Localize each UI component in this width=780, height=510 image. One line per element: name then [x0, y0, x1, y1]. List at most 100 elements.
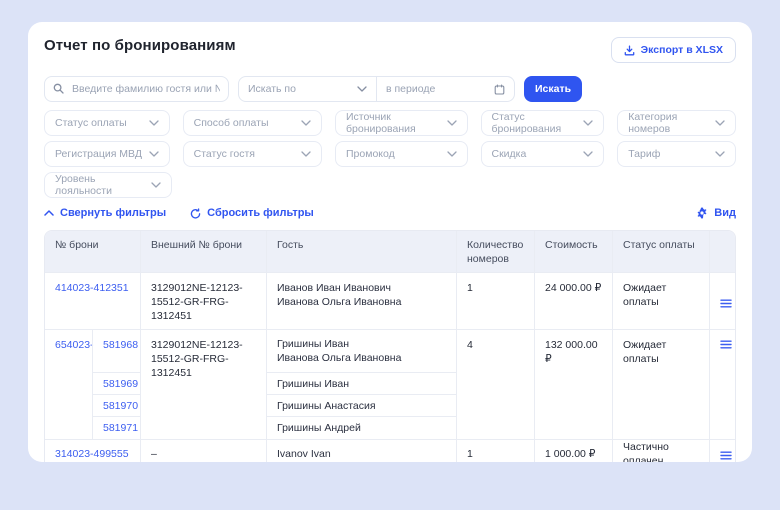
chevron-down-icon: [715, 120, 725, 126]
guest-cell: Гришины Иван Иванова Ольга Ивановна Гриш…: [267, 330, 457, 439]
filter-booking-status[interactable]: Статус бронирования: [481, 110, 605, 136]
period-placeholder: в периоде: [386, 83, 435, 95]
guest-sub-cell: Гришины Анастасия: [267, 395, 456, 417]
guest-name: Ivanov Ivan: [277, 447, 331, 461]
sub-booking-link[interactable]: 581968: [103, 338, 138, 352]
price-cell: 24 000.00 ₽: [535, 273, 613, 329]
filters-actions-row: Свернуть фильтры Сбросить фильтры Вид: [44, 207, 736, 219]
row-actions-button[interactable]: [720, 338, 732, 349]
header-external-no: Внешний № брони: [141, 231, 267, 272]
guest-name: Гришины Анастасия: [277, 399, 446, 413]
page-title: Отчет по бронированиям: [44, 37, 236, 54]
gear-icon: [696, 207, 708, 219]
status-cell: Ожидает оплаты: [613, 273, 710, 329]
search-submit-button[interactable]: Искать: [524, 76, 582, 102]
filter-label: Уровень лояльности: [55, 173, 151, 197]
chevron-down-icon: [301, 151, 311, 157]
table-header-row: № брони Внешний № брони Гость Количество…: [45, 231, 735, 273]
filter-row-3: Уровень лояльности: [44, 172, 736, 198]
guest-name: Гришины Андрей: [277, 421, 446, 435]
bookings-table: № брони Внешний № брони Гость Количество…: [44, 230, 736, 462]
table-row: 414023-412351 3129012NE-12123-15512-GR-F…: [45, 273, 735, 330]
sub-booking-cell: 581968: [93, 330, 140, 373]
price-cell: 132 000.00 ₽: [535, 330, 613, 439]
booking-no-cell: 654023- 581968 581969 581970 581971: [45, 330, 141, 439]
booking-no-cell: 314023-499555: [45, 440, 141, 462]
chevron-down-icon: [301, 120, 311, 126]
search-row: Искать по в периоде Искать: [44, 76, 736, 102]
filter-label: Способ оплаты: [194, 117, 269, 129]
filter-promocode[interactable]: Промокод: [335, 141, 468, 167]
report-card: Отчет по бронированиям Экспорт в XLSX Ис…: [28, 22, 752, 462]
guest-cell: Иванов Иван Иванович Иванова Ольга Ивано…: [267, 273, 457, 329]
reset-filters-link[interactable]: Сбросить фильтры: [190, 207, 314, 219]
filter-row-2: Регистрация МВД Статус гостя Промокод Ск…: [44, 141, 736, 167]
status-cell: Частично оплачен: [613, 440, 710, 462]
view-settings-label: Вид: [714, 207, 736, 219]
filter-label: Тариф: [628, 148, 660, 160]
header-price: Стоимость: [535, 231, 613, 272]
booking-no-link[interactable]: 414023-412351: [55, 282, 129, 294]
guest-sub-cell: Гришины Иван: [267, 373, 456, 395]
filter-label: Регистрация МВД: [55, 148, 142, 160]
chevron-up-icon: [44, 210, 54, 216]
search-icon: [53, 83, 64, 94]
export-download-icon: [624, 45, 635, 56]
chevron-down-icon: [447, 151, 457, 157]
calendar-icon: [494, 84, 505, 95]
chevron-down-icon: [715, 151, 725, 157]
external-no-cell: 3129012NE-12123-15512-GR-FRG-1312451: [141, 273, 267, 329]
actions-cell: [710, 273, 736, 329]
filter-label: Промокод: [346, 148, 395, 160]
sub-booking-link[interactable]: 581969: [103, 377, 138, 391]
filter-label: Статус бронирования: [492, 111, 584, 135]
sub-booking-cell: 581970: [93, 395, 140, 417]
booking-no-link[interactable]: 314023-499555: [55, 447, 129, 461]
filter-loyalty-level[interactable]: Уровень лояльности: [44, 172, 172, 198]
filter-tariff[interactable]: Тариф: [617, 141, 736, 167]
guest-name: Гришины Иван: [277, 377, 446, 391]
search-box: [44, 76, 229, 102]
collapse-filters-label: Свернуть фильтры: [60, 207, 166, 219]
sub-bookings-column: 581968 581969 581970 581971: [92, 330, 140, 439]
header-guest: Гость: [267, 231, 457, 272]
filter-mvd-registration[interactable]: Регистрация МВД: [44, 141, 170, 167]
sub-booking-link[interactable]: 581971: [103, 421, 138, 435]
chevron-down-icon: [583, 151, 593, 157]
header-rooms-count: Количество номеров: [457, 231, 535, 272]
table-row-group: 654023- 581968 581969 581970 581971 3129…: [45, 330, 735, 440]
sub-booking-cell: 581971: [93, 417, 140, 439]
chevron-down-icon: [447, 120, 457, 126]
filter-payment-status[interactable]: Статус оплаты: [44, 110, 170, 136]
view-settings-link[interactable]: Вид: [696, 207, 736, 219]
filter-room-category[interactable]: Категория номеров: [617, 110, 736, 136]
export-xlsx-button[interactable]: Экспорт в XLSX: [611, 37, 736, 63]
actions-cell: [710, 330, 736, 439]
filter-payment-method[interactable]: Способ оплаты: [183, 110, 322, 136]
collapse-filters-link[interactable]: Свернуть фильтры: [44, 207, 166, 219]
row-actions-button[interactable]: [720, 449, 732, 460]
search-by-select[interactable]: Искать по: [239, 77, 377, 101]
header-actions: [710, 231, 735, 272]
booking-no-link[interactable]: 654023-: [55, 339, 94, 351]
guest-name: Иванова Ольга Ивановна: [277, 295, 446, 309]
filter-booking-source[interactable]: Источник бронирования: [335, 110, 468, 136]
search-input[interactable]: [44, 76, 229, 102]
booking-no-cell: 414023-412351: [45, 273, 141, 329]
filter-label: Категория номеров: [628, 111, 715, 135]
chevron-down-icon: [149, 151, 159, 157]
guest-name: Гришины Иван: [277, 337, 446, 351]
period-date-input[interactable]: в периоде: [377, 77, 514, 101]
row-actions-button[interactable]: [720, 281, 732, 323]
reset-icon: [190, 208, 201, 219]
filter-label: Статус оплаты: [55, 117, 127, 129]
price-cell: 1 000.00 ₽: [535, 440, 613, 462]
sub-booking-link[interactable]: 581970: [103, 399, 138, 413]
guest-name: Иванова Ольга Ивановна: [277, 351, 446, 365]
search-by-label: Искать по: [248, 83, 296, 95]
actions-cell: [710, 440, 736, 462]
rooms-cell: 1: [457, 273, 535, 329]
filter-discount[interactable]: Скидка: [481, 141, 605, 167]
filter-guest-status[interactable]: Статус гостя: [183, 141, 322, 167]
filter-row-1: Статус оплаты Способ оплаты Источник бро…: [44, 110, 736, 136]
